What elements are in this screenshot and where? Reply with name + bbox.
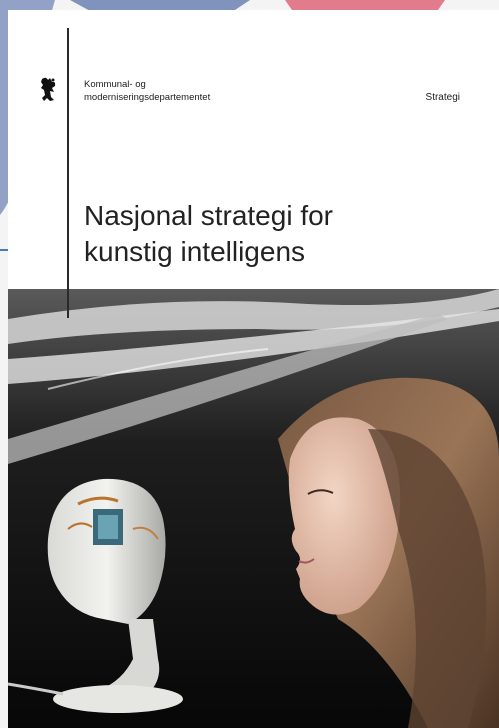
document-type-label: Strategi <box>425 92 460 103</box>
vertical-rule <box>67 28 69 318</box>
ministry-name-line-1: Kommunal- og <box>84 79 146 90</box>
title-line-1: Nasjonal strategi for <box>84 200 334 231</box>
coat-of-arms-lion-icon <box>41 77 56 101</box>
ministry-name-line-2: moderniseringsdepartementet <box>84 92 211 103</box>
ministry-name: Kommunal- og moderniseringsdepartementet <box>84 78 210 104</box>
document-title: Nasjonal strategi for kunstig intelligen… <box>84 198 464 270</box>
title-line-2: kunstig intelligens <box>84 236 306 267</box>
document-cover: Kommunal- og moderniseringsdepartementet… <box>8 10 499 728</box>
cover-photo <box>8 289 499 728</box>
background-pink-arc <box>285 0 445 10</box>
